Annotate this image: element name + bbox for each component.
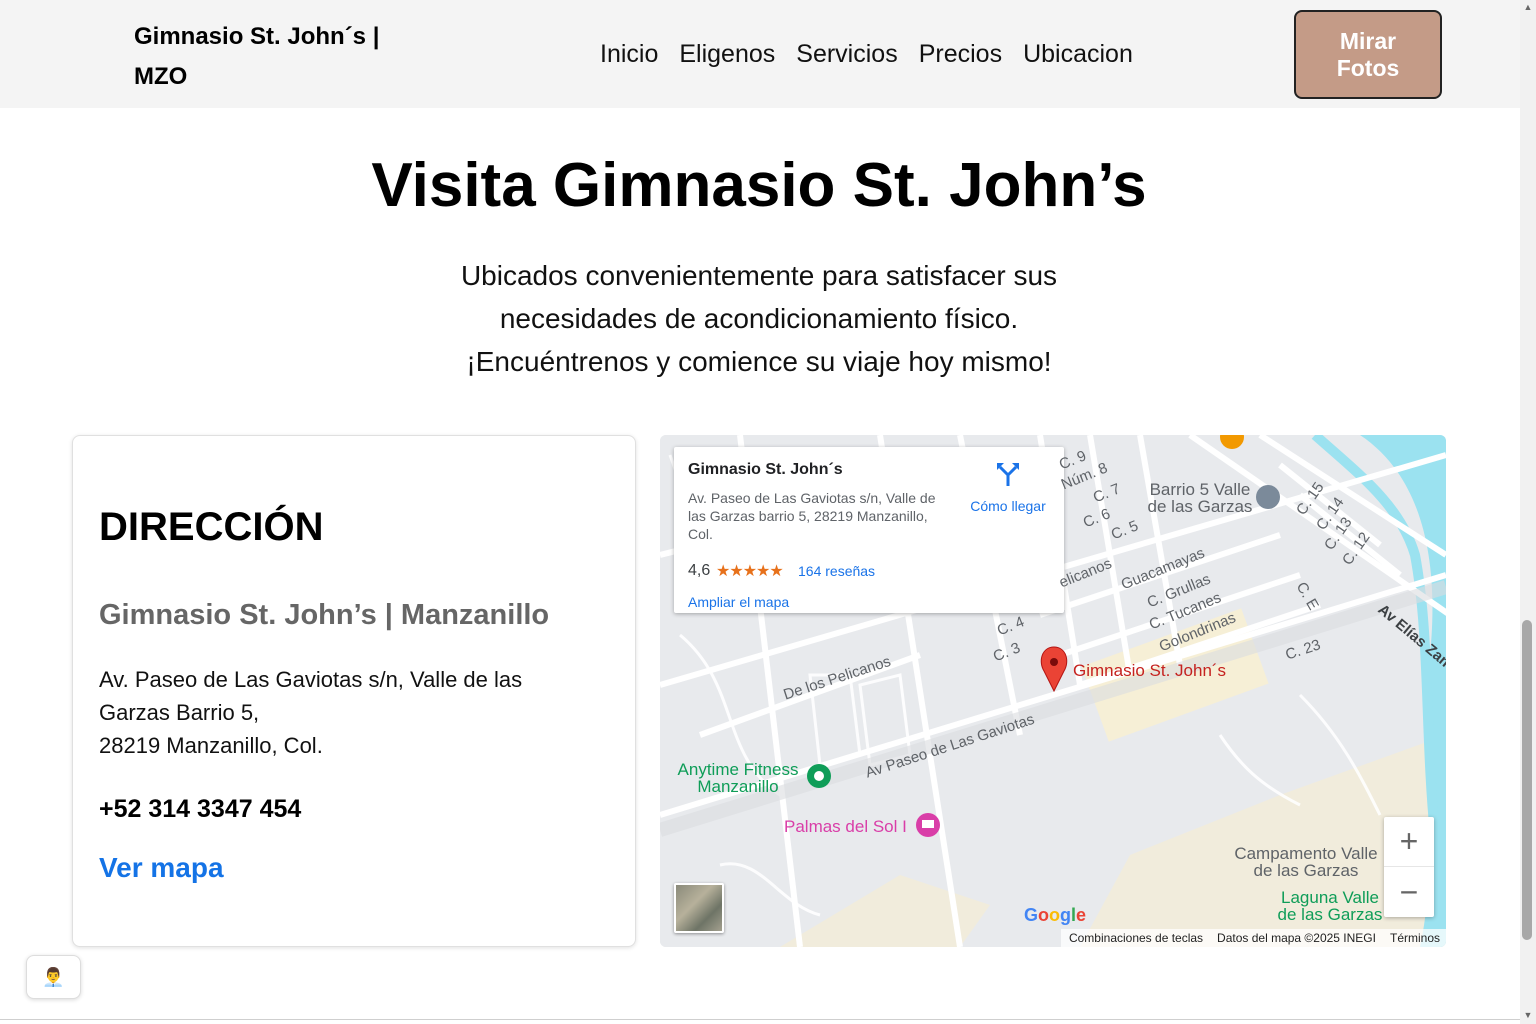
nav-inicio[interactable]: Inicio <box>600 38 658 70</box>
google-logo: Google <box>1024 905 1087 925</box>
page: Gimnasio St. John´s | MZO Inicio Eligeno… <box>0 0 1536 1024</box>
place-address: Av. Paseo de Las Gaviotas s/n, Valle de … <box>688 490 936 542</box>
zoom-controls: + − <box>1384 817 1434 917</box>
brand-logo[interactable]: Gimnasio St. John´s | MZO <box>134 17 424 97</box>
ver-mapa-link[interactable]: Ver mapa <box>99 850 224 886</box>
page-divider <box>0 1019 1520 1020</box>
gym-name: Gimnasio St. John’s | Manzanillo <box>99 599 550 631</box>
address-line-1: Av. Paseo de Las Gaviotas s/n, Valle de … <box>99 667 523 725</box>
street-address: Av. Paseo de Las Gaviotas s/n, Valle de … <box>99 663 579 762</box>
nav-eligenos[interactable]: Eligenos <box>679 38 775 70</box>
place-info-box: Gimnasio St. John´s Av. Paseo de Las Gav… <box>674 447 1064 613</box>
main-nav: Inicio Eligenos Servicios Precios Ubicac… <box>600 38 1133 70</box>
map-data-credit: Datos del mapa ©2025 INEGI <box>1217 931 1376 945</box>
phone-number[interactable]: +52 314 3347 454 <box>99 793 301 825</box>
rating-stars: ★★★★★ <box>716 563 784 580</box>
chat-widget-button[interactable]: 👨‍💼 <box>26 955 81 999</box>
gym-pin-label[interactable]: Gimnasio St. John´s <box>1073 661 1226 681</box>
terms-link[interactable]: Términos <box>1390 931 1440 947</box>
scroll-up-arrow-icon[interactable]: ▲ <box>1522 2 1534 12</box>
directions-button[interactable]: Cómo llegar <box>958 461 1058 514</box>
nav-ubicacion[interactable]: Ubicacion <box>1023 38 1133 70</box>
map-attribution: Combinaciones de teclas Datos del mapa ©… <box>1060 929 1446 947</box>
nav-servicios[interactable]: Servicios <box>796 38 897 70</box>
section-title: Visita Gimnasio St. John’s <box>371 151 1147 220</box>
campamento-label[interactable]: Campamento Valle de las Garzas <box>1226 845 1386 879</box>
site-header: Gimnasio St. John´s | MZO Inicio Eligeno… <box>0 0 1520 108</box>
scroll-down-arrow-icon[interactable]: ▼ <box>1522 1010 1534 1020</box>
ampliar-mapa-link[interactable]: Ampliar el mapa <box>688 594 789 610</box>
zoom-out-button[interactable]: − <box>1384 867 1434 917</box>
address-line-2: 28219 Manzanillo, Col. <box>99 733 323 758</box>
satellite-toggle[interactable] <box>674 883 724 933</box>
palmas-del-sol-label[interactable]: Palmas del Sol I <box>784 818 907 835</box>
section-subtitle: Ubicados convenientemente para satisface… <box>460 260 1058 377</box>
keyboard-shortcuts-link[interactable]: Combinaciones de teclas <box>1069 931 1203 947</box>
place-title: Gimnasio St. John´s <box>688 461 843 478</box>
zoom-in-button[interactable]: + <box>1384 817 1434 867</box>
laguna-label[interactable]: Laguna Valle de las Garzas <box>1274 889 1386 923</box>
address-heading: DIRECCIÓN <box>99 505 324 549</box>
barrio-5-label[interactable]: Barrio 5 Valle de las Garzas <box>1144 481 1256 515</box>
scrollbar-thumb[interactable] <box>1522 620 1532 940</box>
address-card: DIRECCIÓN Gimnasio St. John’s | Manzanil… <box>72 435 636 947</box>
directions-label[interactable]: Cómo llegar <box>958 498 1058 514</box>
directions-icon <box>997 463 1019 486</box>
mirar-fotos-button[interactable]: Mirar Fotos <box>1294 10 1442 99</box>
support-agent-icon: 👨‍💼 <box>42 966 65 987</box>
anytime-fitness-label[interactable]: Anytime Fitness Manzanillo <box>674 761 802 795</box>
reviews-link[interactable]: 164 reseñas <box>798 563 875 579</box>
embedded-map[interactable]: Gimnasio St. John´s Av. Paseo de Las Gav… <box>660 435 1446 947</box>
rating-value: 4,6 <box>688 562 711 579</box>
nav-precios[interactable]: Precios <box>919 38 1002 70</box>
